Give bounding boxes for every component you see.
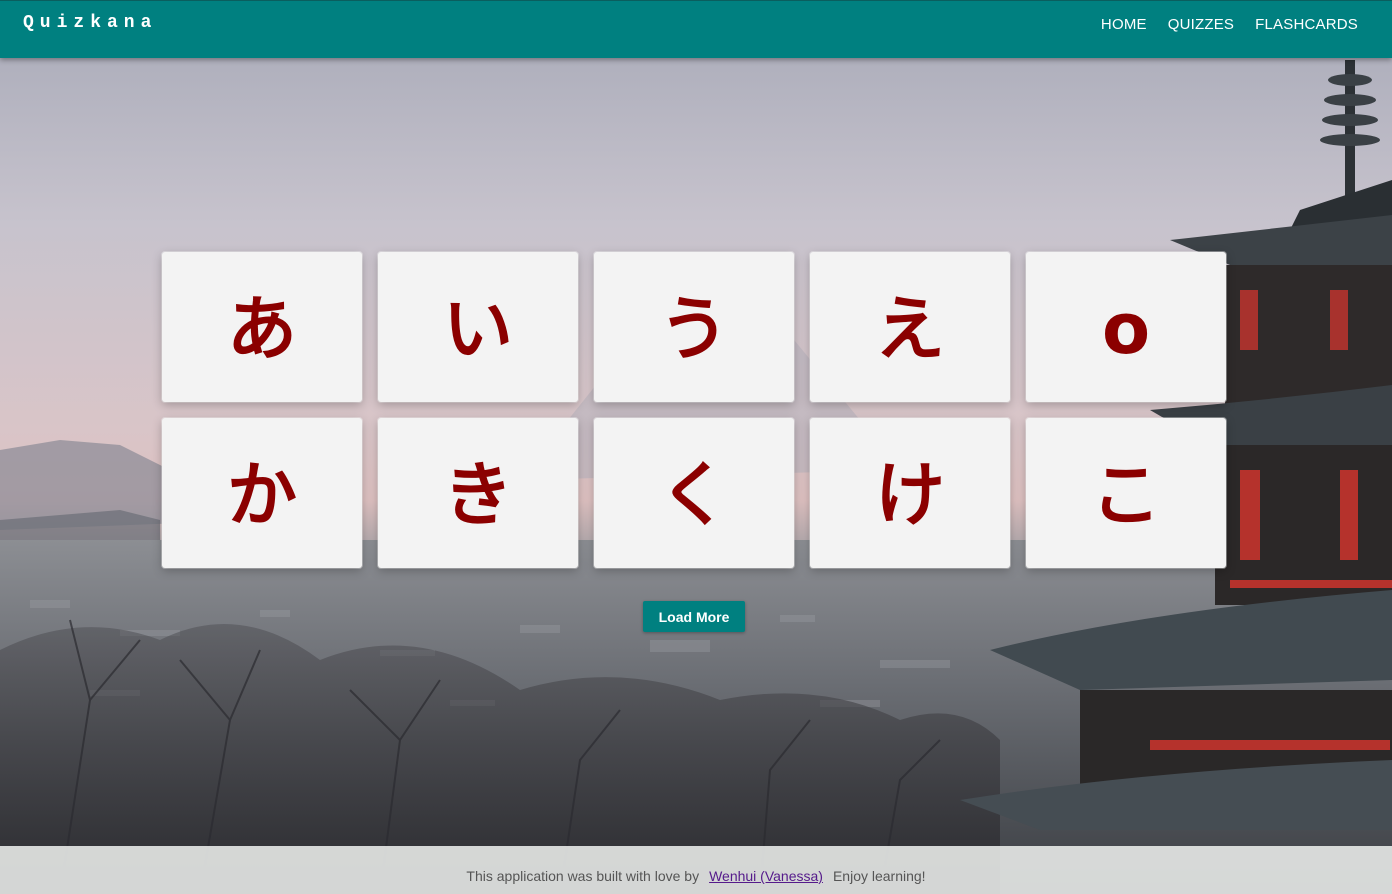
footer-text-before: This application was built with love by xyxy=(466,868,700,884)
kana-character: き xyxy=(443,454,513,536)
kana-card[interactable]: け xyxy=(810,418,1010,568)
kana-character: け xyxy=(875,454,945,536)
kana-character: か xyxy=(227,454,297,536)
footer: This application was built with love by … xyxy=(0,846,1392,894)
footer-text-after: Enjoy learning! xyxy=(832,868,926,884)
kana-card[interactable]: き xyxy=(378,418,578,568)
kana-character: く xyxy=(659,454,729,536)
kana-character: う xyxy=(659,288,729,370)
kana-card[interactable]: あ xyxy=(162,252,362,402)
kana-character: い xyxy=(443,288,513,370)
page: Quizkana HOME QUIZZES FLASHCARDS あ い う え… xyxy=(0,0,1392,894)
kana-card[interactable]: く xyxy=(594,418,794,568)
kana-card[interactable]: い xyxy=(378,252,578,402)
kana-character: え xyxy=(875,288,945,370)
author-link[interactable]: Wenhui (Vanessa) xyxy=(709,868,823,884)
kana-character: o xyxy=(1101,288,1151,370)
kana-card[interactable]: こ xyxy=(1026,418,1226,568)
kana-character: あ xyxy=(227,288,297,370)
kana-character: こ xyxy=(1091,454,1161,536)
kana-card[interactable]: え xyxy=(810,252,1010,402)
nav-home-link[interactable]: HOME xyxy=(1101,16,1147,33)
kana-card-grid: あ い う え o か き く け こ xyxy=(162,252,1228,568)
kana-card[interactable]: う xyxy=(594,252,794,402)
kana-card[interactable]: o xyxy=(1026,252,1226,402)
kana-card[interactable]: か xyxy=(162,418,362,568)
load-more-button[interactable]: Load More xyxy=(643,601,745,632)
nav-quizzes-link[interactable]: QUIZZES xyxy=(1168,16,1234,33)
top-navbar: Quizkana HOME QUIZZES FLASHCARDS xyxy=(0,0,1392,58)
nav-flashcards-link[interactable]: FLASHCARDS xyxy=(1255,16,1358,33)
nav-links: HOME QUIZZES FLASHCARDS xyxy=(1101,16,1358,33)
brand-logo[interactable]: Quizkana xyxy=(23,13,157,33)
